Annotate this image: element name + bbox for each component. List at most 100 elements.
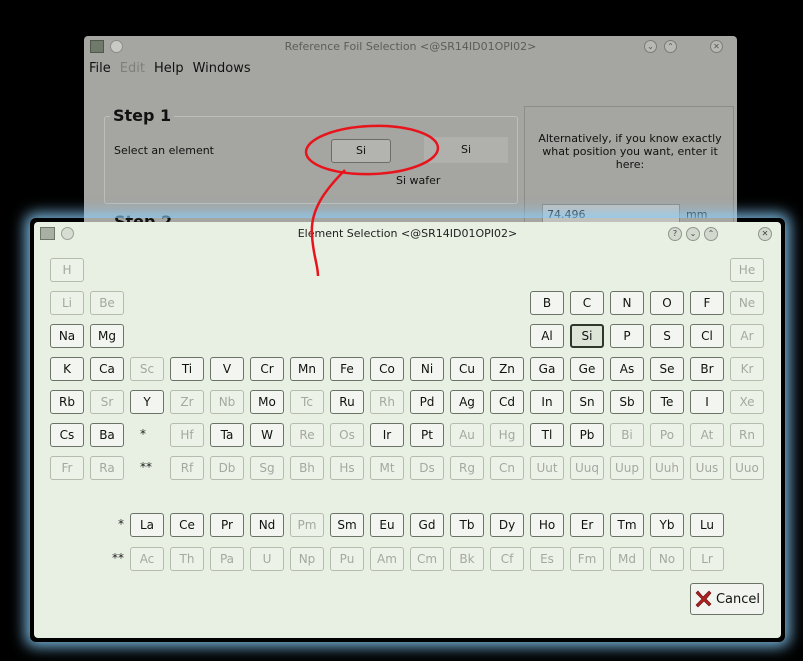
element-button-fe[interactable]: Fe: [330, 357, 364, 381]
select-element-label: Select an element: [114, 144, 214, 157]
element-button-ir[interactable]: Ir: [370, 423, 404, 447]
element-button-si[interactable]: Si: [570, 324, 604, 348]
element-button-tl[interactable]: Tl: [530, 423, 564, 447]
element-button-be: Be: [90, 291, 124, 315]
element-button-la[interactable]: La: [130, 513, 164, 537]
element-button-sn[interactable]: Sn: [570, 390, 604, 414]
element-button-ce[interactable]: Ce: [170, 513, 204, 537]
element-button-f[interactable]: F: [690, 291, 724, 315]
element-button-rn: Rn: [730, 423, 764, 447]
element-button-ge[interactable]: Ge: [570, 357, 604, 381]
dialog-titlebar: Element Selection <@SR14ID01OPI02> ? ⌄ ⌃…: [34, 222, 781, 246]
element-button-pt[interactable]: Pt: [410, 423, 444, 447]
menubar: File Edit Help Windows: [84, 58, 737, 78]
element-button-mn[interactable]: Mn: [290, 357, 324, 381]
element-button-al[interactable]: Al: [530, 324, 564, 348]
element-button-np: Np: [290, 547, 324, 571]
element-button-lu[interactable]: Lu: [690, 513, 724, 537]
element-button-ru[interactable]: Ru: [330, 390, 364, 414]
element-button-cf: Cf: [490, 547, 524, 571]
dialog-maximize-icon[interactable]: ⌃: [704, 227, 718, 241]
element-button-pr[interactable]: Pr: [210, 513, 244, 537]
element-button-db: Db: [210, 456, 244, 480]
element-button-y[interactable]: Y: [130, 390, 164, 414]
element-button-he: He: [730, 258, 764, 282]
cancel-button[interactable]: Cancel: [690, 583, 764, 615]
element-button-th: Th: [170, 547, 204, 571]
element-button-c[interactable]: C: [570, 291, 604, 315]
element-button-pb[interactable]: Pb: [570, 423, 604, 447]
element-button-pd[interactable]: Pd: [410, 390, 444, 414]
element-button-ta[interactable]: Ta: [210, 423, 244, 447]
element-button-k[interactable]: K: [50, 357, 84, 381]
menu-windows[interactable]: Windows: [193, 61, 251, 76]
element-button-yb[interactable]: Yb: [650, 513, 684, 537]
element-button-h: H: [50, 258, 84, 282]
element-button-co[interactable]: Co: [370, 357, 404, 381]
element-button-hf: Hf: [170, 423, 204, 447]
dialog-minimize-icon[interactable]: ⌄: [686, 227, 700, 241]
element-button-ho[interactable]: Ho: [530, 513, 564, 537]
element-button-rf: Rf: [170, 456, 204, 480]
element-button-as[interactable]: As: [610, 357, 644, 381]
element-button-uuo: Uuo: [730, 456, 764, 480]
element-button-po: Po: [650, 423, 684, 447]
bg-titlebar: Reference Foil Selection <@SR14ID01OPI02…: [84, 36, 737, 58]
element-button-li: Li: [50, 291, 84, 315]
element-button-v[interactable]: V: [210, 357, 244, 381]
element-button-rh: Rh: [370, 390, 404, 414]
element-button-o[interactable]: O: [650, 291, 684, 315]
element-button-sb[interactable]: Sb: [610, 390, 644, 414]
element-button-rb[interactable]: Rb: [50, 390, 84, 414]
element-button-cs[interactable]: Cs: [50, 423, 84, 447]
element-button-ga[interactable]: Ga: [530, 357, 564, 381]
step1-title: Step 1: [110, 106, 175, 125]
element-button-dy[interactable]: Dy: [490, 513, 524, 537]
element-button-tc: Tc: [290, 390, 324, 414]
element-button-ba[interactable]: Ba: [90, 423, 124, 447]
help-icon[interactable]: ?: [668, 227, 682, 241]
close-icon[interactable]: ✕: [710, 40, 723, 53]
element-button-ti[interactable]: Ti: [170, 357, 204, 381]
element-button-cl[interactable]: Cl: [690, 324, 724, 348]
element-button-er[interactable]: Er: [570, 513, 604, 537]
element-button-tm[interactable]: Tm: [610, 513, 644, 537]
element-button-br[interactable]: Br: [690, 357, 724, 381]
menu-edit[interactable]: Edit: [120, 61, 145, 76]
series-marker: *: [118, 517, 124, 531]
element-button-gd[interactable]: Gd: [410, 513, 444, 537]
element-button-i[interactable]: I: [690, 390, 724, 414]
element-button-te[interactable]: Te: [650, 390, 684, 414]
element-button-eu[interactable]: Eu: [370, 513, 404, 537]
element-button-mo[interactable]: Mo: [250, 390, 284, 414]
element-button-w[interactable]: W: [250, 423, 284, 447]
element-button-tb[interactable]: Tb: [450, 513, 484, 537]
element-button-se[interactable]: Se: [650, 357, 684, 381]
element-button-ni[interactable]: Ni: [410, 357, 444, 381]
element-button-in[interactable]: In: [530, 390, 564, 414]
menu-help[interactable]: Help: [154, 61, 184, 76]
element-button-zn[interactable]: Zn: [490, 357, 524, 381]
desktop: Reference Foil Selection <@SR14ID01OPI02…: [0, 0, 803, 661]
element-button-b[interactable]: B: [530, 291, 564, 315]
element-button[interactable]: Si: [331, 139, 391, 163]
element-button-nd[interactable]: Nd: [250, 513, 284, 537]
element-button-cd[interactable]: Cd: [490, 390, 524, 414]
element-button-ca[interactable]: Ca: [90, 357, 124, 381]
element-button-mg[interactable]: Mg: [90, 324, 124, 348]
maximize-icon[interactable]: ⌃: [664, 40, 677, 53]
element-button-n[interactable]: N: [610, 291, 644, 315]
element-button-s[interactable]: S: [650, 324, 684, 348]
menu-file[interactable]: File: [89, 61, 111, 76]
element-button-ag[interactable]: Ag: [450, 390, 484, 414]
element-button-sm[interactable]: Sm: [330, 513, 364, 537]
element-button-zr: Zr: [170, 390, 204, 414]
element-button-na[interactable]: Na: [50, 324, 84, 348]
element-button-au: Au: [450, 423, 484, 447]
element-button-es: Es: [530, 547, 564, 571]
minimize-icon[interactable]: ⌄: [644, 40, 657, 53]
element-button-cu[interactable]: Cu: [450, 357, 484, 381]
element-button-cr[interactable]: Cr: [250, 357, 284, 381]
dialog-close-icon[interactable]: ✕: [758, 227, 772, 241]
element-button-p[interactable]: P: [610, 324, 644, 348]
